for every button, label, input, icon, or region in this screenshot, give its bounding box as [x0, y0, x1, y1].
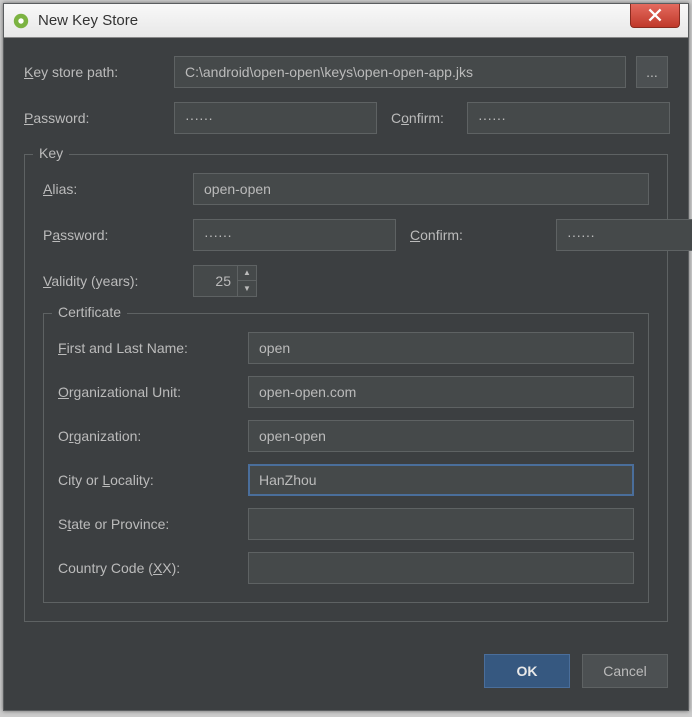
dialog-window: New Key Store Key store path: ... Passwo…: [3, 3, 689, 711]
close-icon: [648, 8, 662, 22]
validity-spinner[interactable]: ▲ ▼: [193, 265, 257, 297]
certificate-legend: Certificate: [52, 304, 127, 320]
browse-button[interactable]: ...: [636, 56, 668, 88]
first-last-row: First and Last Name:: [58, 332, 634, 364]
country-label: Country Code (XX):: [58, 560, 238, 576]
cancel-button[interactable]: Cancel: [582, 654, 668, 688]
country-input[interactable]: [248, 552, 634, 584]
alias-label: Alias:: [43, 181, 183, 197]
city-row: City or Locality:: [58, 464, 634, 496]
alias-row: Alias:: [43, 173, 649, 205]
keystore-confirm-input[interactable]: [467, 102, 670, 134]
button-bar: OK Cancel: [4, 636, 688, 710]
ok-button[interactable]: OK: [484, 654, 570, 688]
country-row: Country Code (XX):: [58, 552, 634, 584]
key-group-legend: Key: [33, 145, 69, 161]
titlebar: New Key Store: [4, 4, 688, 38]
first-last-input[interactable]: [248, 332, 634, 364]
alias-input[interactable]: [193, 173, 649, 205]
key-confirm-label: Confirm:: [406, 227, 546, 243]
key-password-input[interactable]: [193, 219, 396, 251]
key-password-row: Password: Confirm:: [43, 219, 649, 251]
validity-input[interactable]: [193, 265, 237, 297]
state-label: State or Province:: [58, 516, 238, 532]
keystore-path-row: Key store path: ...: [24, 56, 668, 88]
key-group: Key Alias: Password: Confirm: Validity (…: [24, 154, 668, 622]
org-label: Organization:: [58, 428, 238, 444]
org-row: Organization:: [58, 420, 634, 452]
first-last-label: First and Last Name:: [58, 340, 238, 356]
org-unit-input[interactable]: [248, 376, 634, 408]
keystore-password-row: Password: Confirm:: [24, 102, 668, 134]
keystore-confirm-label: Confirm:: [387, 110, 457, 126]
validity-row: Validity (years): ▲ ▼: [43, 265, 649, 297]
validity-label: Validity (years):: [43, 273, 183, 289]
android-studio-icon: [12, 12, 30, 30]
keystore-password-input[interactable]: [174, 102, 377, 134]
spinner-up-icon[interactable]: ▲: [238, 266, 256, 281]
spinner-down-icon[interactable]: ▼: [238, 281, 256, 296]
keystore-password-label: Password:: [24, 110, 164, 126]
dialog-content: Key store path: ... Password: Confirm: K…: [4, 38, 688, 636]
city-input[interactable]: [248, 464, 634, 496]
state-row: State or Province:: [58, 508, 634, 540]
spinner-arrows: ▲ ▼: [237, 265, 257, 297]
state-input[interactable]: [248, 508, 634, 540]
keystore-path-input[interactable]: [174, 56, 626, 88]
close-button[interactable]: [630, 4, 680, 28]
org-input[interactable]: [248, 420, 634, 452]
key-confirm-input[interactable]: [556, 219, 692, 251]
certificate-group: Certificate First and Last Name: Organiz…: [43, 313, 649, 603]
org-unit-row: Organizational Unit:: [58, 376, 634, 408]
window-title: New Key Store: [38, 12, 630, 29]
city-label: City or Locality:: [58, 472, 238, 488]
org-unit-label: Organizational Unit:: [58, 384, 238, 400]
keystore-path-label: Key store path:: [24, 64, 164, 80]
key-password-label: Password:: [43, 227, 183, 243]
